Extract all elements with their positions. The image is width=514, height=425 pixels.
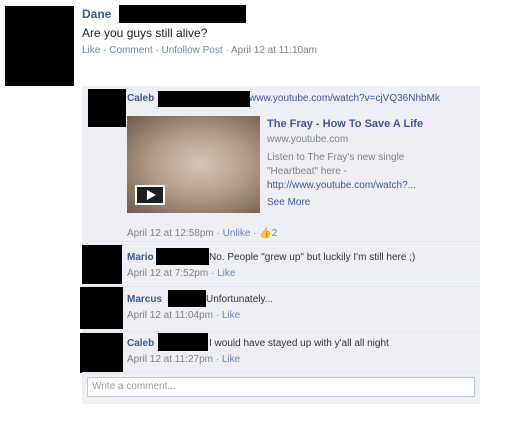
video-thumbnail[interactable] — [127, 116, 260, 213]
shared-link-meta: April 12 at 12:58pm · Unlike · 👍2 — [127, 228, 278, 239]
comment-divider — [82, 331, 480, 332]
unfollow-post-link[interactable]: Unfollow Post — [162, 45, 223, 56]
comment-divider — [82, 372, 480, 373]
comment-1-timestamp[interactable]: April 12 at 7:52pm — [127, 268, 208, 279]
comment-1-meta: April 12 at 7:52pm · Like — [127, 268, 236, 279]
caleb-comment-avatar-redacted — [80, 333, 123, 373]
post-actions: Like · Comment · Unfollow Post · April 1… — [82, 45, 317, 56]
comment-divider — [82, 241, 480, 242]
comment-3-like[interactable]: Like — [222, 354, 240, 365]
comment-2-text: Unfortunately... — [206, 294, 274, 305]
comment-2-author: Marcus — [127, 294, 163, 305]
comment-divider — [82, 286, 480, 287]
mario-avatar-redacted — [82, 245, 122, 284]
shared-link-author-surname-redacted — [158, 91, 250, 107]
shared-link-timestamp[interactable]: April 12 at 12:58pm — [127, 228, 214, 239]
thumbs-up-icon[interactable]: 👍 — [259, 228, 271, 239]
post-header: Dane — [82, 7, 111, 21]
post-like-link[interactable]: Like — [82, 45, 100, 56]
comment-1-surname-redacted — [156, 248, 209, 265]
video-description-line2: "Heartbeat" here - — [267, 166, 347, 177]
post-comment-link[interactable]: Comment — [109, 45, 152, 56]
video-description-line1: Listen to The Fray's new single — [267, 152, 405, 163]
comment-3-timestamp[interactable]: April 12 at 11:27pm — [127, 354, 213, 365]
comment-2-surname-redacted — [168, 290, 206, 307]
comment-3-text: I would have stayed up with y'all all ni… — [209, 338, 389, 349]
post-author-surname-redacted — [119, 5, 246, 23]
video-description-link[interactable]: http://www.youtube.com/watch?... — [267, 180, 416, 191]
marcus-avatar-redacted — [80, 287, 123, 329]
shared-link-url[interactable]: www.youtube.com/watch?v=cjVQ36NhbMk — [249, 93, 440, 104]
comment-3-author: Caleb — [127, 338, 155, 349]
comment-1-like[interactable]: Like — [217, 268, 235, 279]
comment-2-meta: April 12 at 11:04pm · Like — [127, 310, 241, 321]
like-count[interactable]: 2 — [272, 228, 278, 239]
see-more-link[interactable]: See More — [267, 197, 310, 208]
caleb-avatar-redacted — [88, 89, 126, 127]
comment-2-timestamp[interactable]: April 12 at 11:04pm — [127, 310, 213, 321]
comment-3-meta: April 12 at 11:27pm · Like — [127, 354, 241, 365]
comment-1-author: Mario — [127, 252, 154, 263]
video-title[interactable]: The Fray - How To Save A Life — [267, 118, 423, 130]
comment-1-text: No. People "grew up" but luckily I'm sti… — [209, 252, 416, 263]
shared-link-author[interactable]: Caleb — [127, 93, 154, 104]
poster-avatar-redacted — [5, 6, 74, 86]
post-author-name[interactable]: Dane — [82, 7, 111, 21]
post-timestamp[interactable]: April 12 at 11:10am — [231, 45, 317, 56]
post-text: Are you guys still alive? — [82, 26, 208, 40]
video-domain: www.youtube.com — [267, 134, 349, 145]
unlike-link[interactable]: Unlike — [223, 228, 251, 239]
comment-2-like[interactable]: Like — [222, 310, 240, 321]
shared-link-header: Caleb — [127, 93, 154, 104]
write-comment-input[interactable]: Write a comment... — [87, 377, 475, 397]
play-icon[interactable] — [135, 185, 165, 205]
comment-3-surname-redacted — [158, 333, 208, 351]
